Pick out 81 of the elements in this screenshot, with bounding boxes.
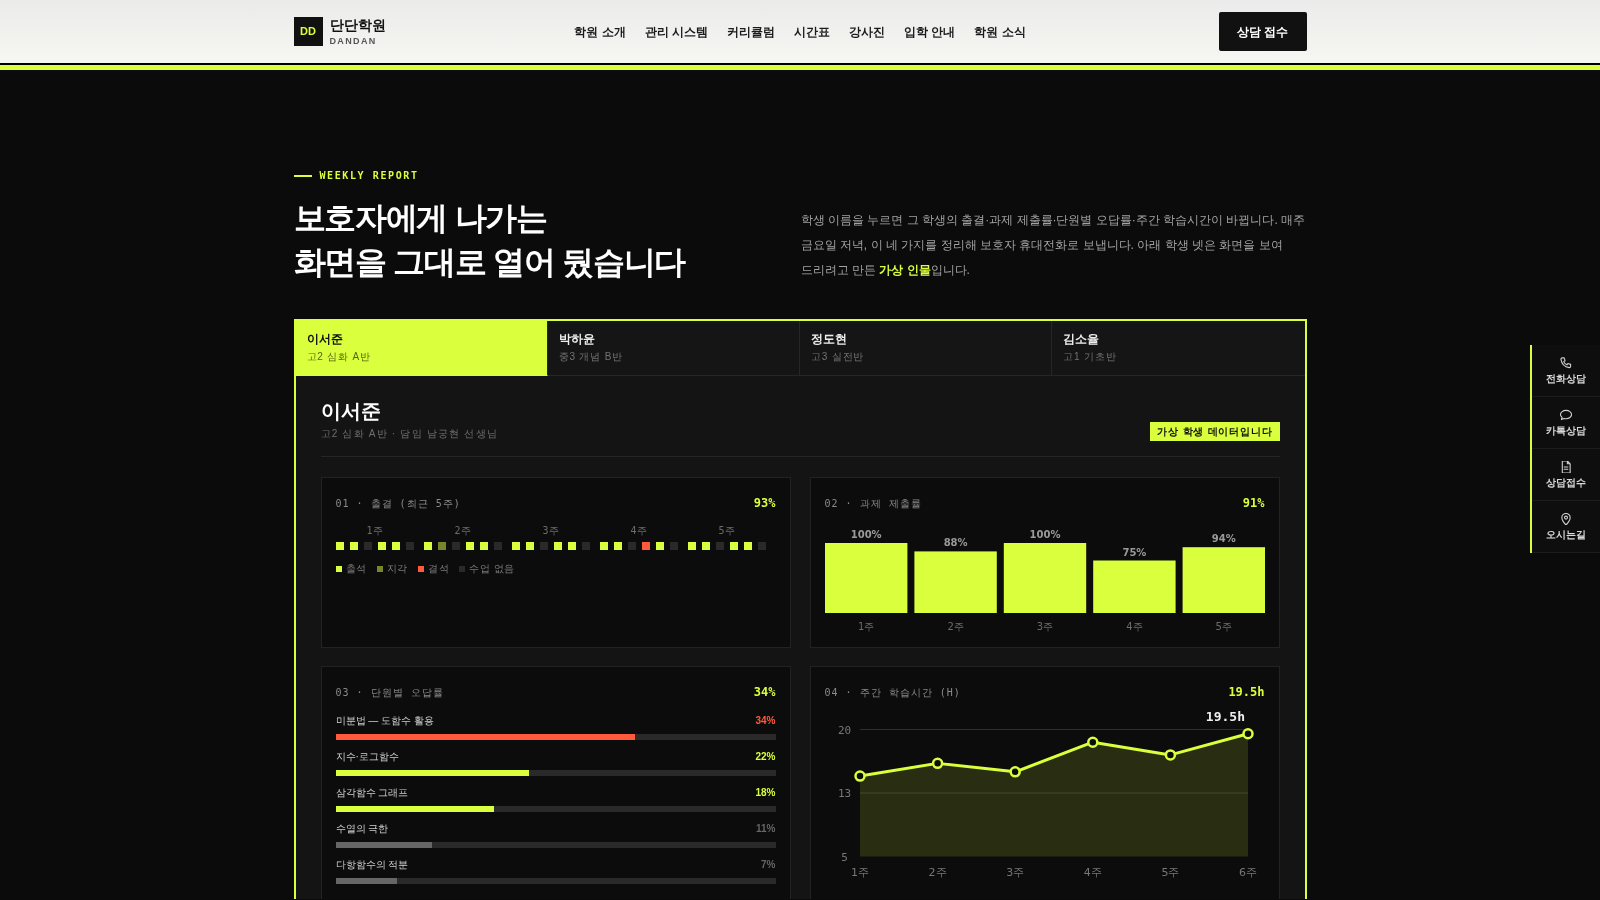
card-value: 34% (753, 684, 776, 701)
nav-link[interactable]: 강사진 (849, 22, 885, 41)
axis-label: 3주 (1005, 866, 1024, 879)
chart-annotation: 19.5h (1205, 708, 1245, 724)
bar-value-label: 88% (943, 537, 968, 549)
card-title: 03 · 단원별 오답률 (335, 685, 444, 700)
axis-label: 1주 (850, 866, 869, 879)
unit-label: 수열의 극한 (335, 822, 389, 836)
legend-label: 수업 없음 (469, 563, 515, 575)
legend-label: 지각 (386, 563, 408, 575)
logo-mark[interactable]: DD (293, 17, 323, 46)
data-point (1241, 728, 1254, 740)
student-tab[interactable]: 박하윤 중3 개념 B반 (547, 321, 800, 376)
bar-value-label: 100% (850, 529, 882, 540)
week-label: 5주 (718, 525, 735, 537)
axis-label: 4주 (1125, 621, 1143, 632)
quick-menu-link[interactable]: 상담접수 (1532, 449, 1600, 501)
student-tab[interactable]: 이서준 고2 심화 A반 (295, 321, 548, 376)
week-label: 2주 (454, 525, 471, 537)
chat-bubble-icon (1560, 408, 1572, 421)
error-rate-value: 7% (761, 858, 776, 872)
axis-label: 3주 (1036, 621, 1053, 632)
quick-menu-link[interactable]: 전화상담 (1532, 345, 1600, 397)
nav-link[interactable]: 입학 안내 (904, 22, 956, 41)
nav-link[interactable]: 학원 소개 (574, 22, 626, 41)
axis-label: 1주 (857, 621, 874, 632)
quick-menu-link[interactable]: 오시는길 (1532, 501, 1600, 553)
logo-subtitle: DANDAN (329, 36, 378, 46)
data-point (853, 770, 866, 782)
card-value: 19.5h (1228, 684, 1265, 701)
section-title: 보호자에게 나가는 화면을 그대로 열어 뒀습니다 (293, 199, 685, 282)
sample-data-tag: 가상 학생 데이터입니다 (1150, 422, 1280, 441)
axis-label: 5 (840, 850, 848, 864)
card-title: 01 · 출결 (최근 5주) (335, 496, 461, 511)
nav-link[interactable]: 커리큘럼 (727, 22, 775, 41)
document-icon (1560, 460, 1572, 473)
data-point (931, 757, 943, 770)
unit-label: 다항함수의 적분 (335, 858, 409, 872)
data-point (1008, 766, 1021, 778)
bar-value-label: 75% (1121, 546, 1146, 558)
data-point (1086, 736, 1099, 748)
week-label: 3주 (542, 525, 559, 537)
map-pin-icon (1560, 512, 1572, 525)
error-rate-value: 18% (755, 786, 776, 800)
card-title: 02 · 과제 제출률 (824, 496, 922, 511)
week-label: 1주 (366, 525, 383, 537)
axis-label: 5주 (1160, 866, 1179, 879)
unit-label: 지수·로그함수 (335, 750, 399, 764)
unit-label: 삼각함수 그래프 (335, 786, 409, 800)
legend-label: 결석 (427, 563, 450, 575)
week-label: 4주 (630, 525, 647, 537)
consult-button[interactable]: 상담 접수 (1218, 12, 1307, 51)
bar-value-label: 94% (1211, 533, 1236, 545)
bar-value-label: 100% (1029, 529, 1060, 540)
axis-label: 20 (837, 723, 851, 737)
quick-menu-link[interactable]: 카톡상담 (1532, 397, 1600, 449)
error-rate-value: 34% (755, 714, 776, 728)
nav-link[interactable]: 학원 소식 (974, 22, 1026, 41)
card-value: 93% (753, 495, 776, 512)
axis-label: 2주 (946, 621, 964, 632)
axis-label: 5주 (1215, 621, 1232, 632)
section-eyebrow: WEEKLY REPORT (319, 170, 419, 182)
card-value: 91% (1242, 495, 1265, 512)
axis-label: 6주 (1238, 866, 1257, 879)
axis-label: 4주 (1083, 866, 1102, 879)
phone-icon (1560, 356, 1572, 369)
student-name: 이서준 (320, 399, 382, 424)
legend-label: 출석 (345, 563, 367, 575)
nav-link[interactable]: 관리 시스템 (644, 22, 708, 41)
card-title: 04 · 주간 학습시간 (H) (824, 685, 961, 700)
section-description: 학생 이름을 누르면 그 학생의 출결·과제 제출률·단원별 오답률·주간 학습시간이 바뀝니다. 매주 금요일 저녁, 이 네 가지를 정리해 보호자 휴대전화로 보냅니다. 아래 학생 넷은 화면을 보여 드리려고 만든 가상 인물입니다. (800, 212, 1307, 279)
axis-label: 2주 (928, 866, 947, 879)
axis-label: 13 (837, 787, 851, 800)
error-rate-value: 22% (755, 750, 776, 764)
nav-link[interactable]: 시간표 (794, 22, 830, 41)
error-rate-value: 11% (756, 822, 776, 836)
student-tab[interactable]: 정도현 고3 실전반 (800, 321, 1053, 376)
unit-label: 미분법 — 도함수 활용 (335, 714, 434, 728)
student-meta: 고2 심화 A반 · 담임 남궁현 선생님 (320, 427, 498, 441)
logo-name: 단단학원 (329, 17, 386, 34)
data-point (1164, 749, 1176, 761)
